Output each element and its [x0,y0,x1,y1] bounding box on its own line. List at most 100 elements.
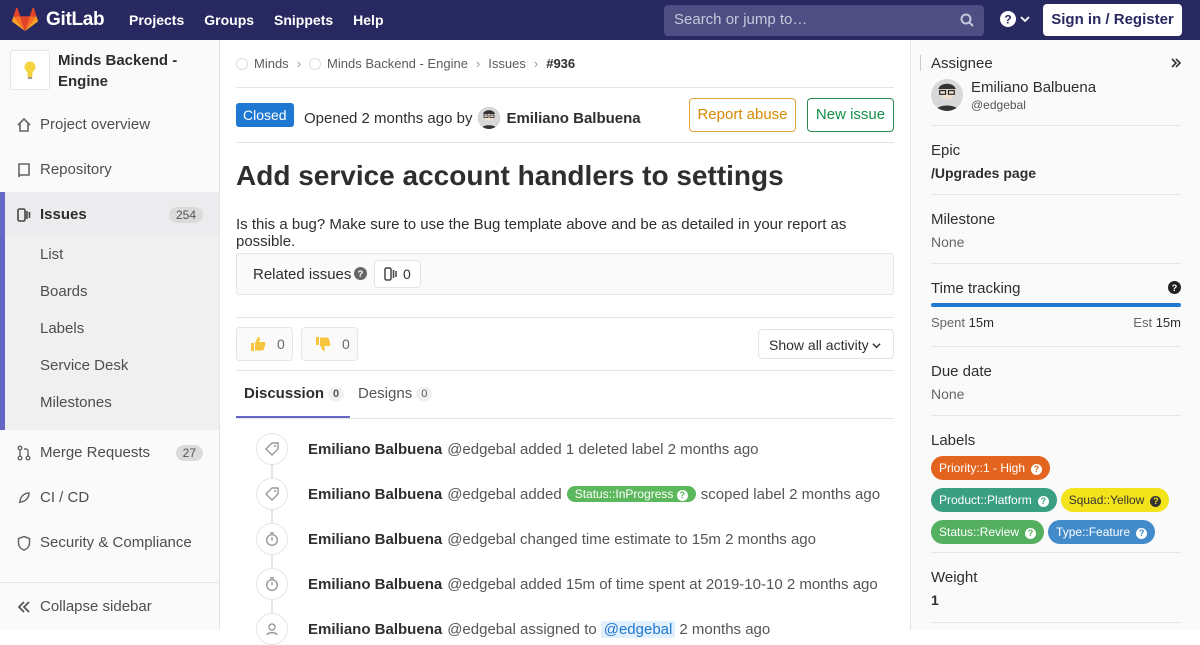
issues-icon [17,207,31,222]
assignee-label: Assignee [931,55,993,72]
breadcrumb-separator: › [475,56,481,71]
due-date-label: Due date [931,363,992,380]
label-pill[interactable]: Product::Platform? [931,488,1057,512]
author-avatar[interactable] [478,107,501,129]
group-avatar [236,57,248,70]
spent-value: 15m [968,315,994,330]
question-circle-icon[interactable]: ? [354,267,367,280]
issues-count-badge: 254 [168,206,203,223]
note-author[interactable]: Emiliano Balbuena [308,621,442,638]
assignee-name: Emiliano Balbuena [971,79,1097,96]
breadcrumb-separator: › [296,56,302,71]
issue-title: Add service account handlers to settings [236,160,784,191]
time-progress-track [931,303,1181,307]
divider [931,552,1181,553]
time-tracking-label: Time tracking [931,280,1021,297]
sidebar-item-repository[interactable]: Repository [0,147,219,192]
divider [931,194,1181,195]
sidebar-subitem-milestones[interactable]: Milestones [5,384,219,421]
sidebar-subitem-boards[interactable]: Boards [5,273,219,310]
related-issues-count[interactable]: 0 [374,260,421,288]
assignee-user[interactable]: Emiliano Balbuena @edgebal [931,79,1181,112]
nav-links: Projects Groups Snippets Help [129,12,404,28]
divider [931,125,1181,126]
question-icon: ? [1000,11,1016,27]
divider [920,55,921,71]
thumbs-up-button[interactable]: 0 [236,327,293,361]
tab-label: Designs [358,385,413,402]
sidebar-item-ci-cd[interactable]: CI / CD [0,475,219,520]
note-author[interactable]: Emiliano Balbuena [308,486,442,503]
epic-value[interactable]: /Upgrades page [931,165,1181,181]
time-progress-fill [931,303,1181,307]
search-icon [960,13,974,27]
label-pill[interactable]: Squad::Yellow? [1060,488,1170,512]
tab-label: Discussion [244,385,325,402]
sidebar-subitem-list[interactable]: List [5,236,219,273]
question-icon: ? [1031,464,1043,475]
sidebar-subitem-service-desk[interactable]: Service Desk [5,347,219,384]
tab-discussion[interactable]: Discussion 0 [244,385,345,402]
label-pill[interactable]: Priority::1 - High? [931,456,1051,480]
project-header[interactable]: Minds Backend - Engine [10,50,198,92]
label-text: Type::Feature [1056,525,1131,539]
scoped-label-pill[interactable]: Status::InProgress ? [566,486,696,502]
sidebar-item-project-overview[interactable]: Project overview [0,102,219,147]
breadcrumb-minds[interactable]: Minds [254,56,289,71]
author-name[interactable]: Emiliano Balbuena [506,110,640,127]
note-text: @edgebal assigned to [447,620,597,638]
collapse-sidebar-button[interactable]: Collapse sidebar [0,582,219,630]
question-icon: ? [1150,496,1162,507]
divider [236,142,894,143]
activity-filter-dropdown[interactable]: Show all activity [758,329,894,359]
nav-help[interactable]: Help [353,12,383,28]
sidebar-item-issues[interactable]: Issues 254 [0,192,219,237]
divider [236,317,894,318]
epic-label: Epic [931,142,961,159]
sidebar-item-label: Repository [40,161,112,178]
system-note: Emiliano Balbuena @edgebal changed time … [256,523,816,555]
new-issue-button[interactable]: New issue [807,98,894,132]
note-author[interactable]: Emiliano Balbuena [308,576,442,593]
question-icon: ? [676,490,688,501]
breadcrumb-issues[interactable]: Issues [488,56,526,71]
lightbulb-icon [24,61,36,79]
help-dropdown[interactable]: ? [1000,11,1030,27]
label-pill[interactable]: Type::Feature? [1048,520,1156,544]
user-mention[interactable]: @edgebal [600,620,676,638]
search-input[interactable]: Search or jump to… [664,5,984,36]
due-date-block: Due date None [931,363,1181,402]
note-author[interactable]: Emiliano Balbuena [308,441,442,458]
sidebar-item-label: Merge Requests [40,444,151,461]
breadcrumb-separator: › [533,56,539,71]
note-author[interactable]: Emiliano Balbuena [308,531,442,548]
tab-designs[interactable]: Designs 0 [358,385,433,402]
user-icon [256,613,288,645]
svg-text:?: ? [1172,283,1178,293]
nav-snippets[interactable]: Snippets [274,12,333,28]
spent-label: Spent [931,315,965,330]
gitlab-logo[interactable]: GitLab [12,8,105,32]
divider [236,87,894,88]
breadcrumb-project[interactable]: Minds Backend - Engine [327,56,468,71]
sidebar-subitem-labels[interactable]: Labels [5,310,219,347]
question-circle-icon[interactable]: ? [1168,281,1181,294]
breadcrumb-issue-number[interactable]: #936 [546,56,575,71]
question-icon: ? [1037,496,1049,507]
signin-button[interactable]: Sign in / Register [1043,4,1182,36]
sidebar-item-security[interactable]: Security & Compliance [0,520,219,565]
thumbs-down-button[interactable]: 0 [301,327,358,361]
sidebar-item-merge-requests[interactable]: Merge Requests 27 [0,430,219,475]
weight-label: Weight [931,569,978,586]
nav-projects[interactable]: Projects [129,12,184,28]
note-text: @edgebal added 15m of time spent at 2019… [447,575,878,593]
double-chevron-right-icon[interactable] [1171,58,1181,68]
sidebar-item-label: Issues [40,206,87,223]
related-issues-block: Related issues ? 0 [236,253,894,295]
divider [931,622,1181,623]
project-avatar [10,50,50,90]
thumbs-up-icon [251,337,266,351]
label-pill[interactable]: Status::Review? [931,520,1045,544]
report-abuse-button[interactable]: Report abuse [689,98,796,132]
nav-groups[interactable]: Groups [204,12,254,28]
